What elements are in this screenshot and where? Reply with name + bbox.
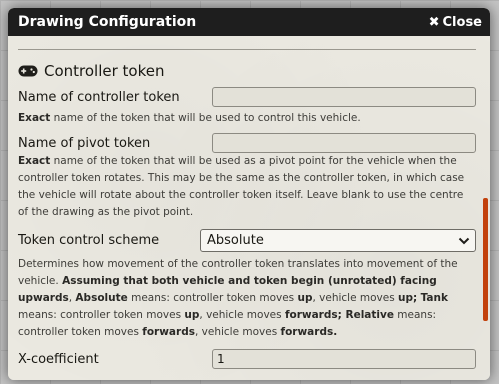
hint-text: , vehicle moves [199,309,285,321]
hint-text: name of the token that will be used to c… [50,112,361,124]
scrollbar-thumb[interactable] [483,198,488,321]
hint-emphasis: up [184,309,200,321]
controller-token-row: Name of controller token [18,87,476,107]
hint-emphasis: forwards; Relative [284,309,394,321]
control-scheme-row: Token control scheme Absolute [18,229,476,252]
x-coefficient-label: X-coefficient [18,351,99,367]
hint-text: means: controller token moves [18,309,185,321]
close-label: Close [442,14,482,30]
dialog-content: Controller token Name of controller toke… [8,36,490,380]
hint-emphasis: forwards [142,326,195,338]
drawing-config-dialog: Drawing Configuration ✖ Close Controller… [8,8,490,380]
section-title: Controller token [44,62,165,80]
hint-emphasis: Exact [18,112,51,124]
dialog-title: Drawing Configuration [18,14,197,30]
hint-emphasis: Exact [18,155,51,167]
section-heading: Controller token [18,62,476,80]
control-scheme-hint: Determines how movement of the controlle… [18,256,476,341]
pivot-token-label: Name of pivot token [18,135,151,151]
hint-emphasis: forwards. [280,326,338,338]
chevron-down-icon [458,237,470,244]
close-icon: ✖ [428,14,440,30]
close-button[interactable]: ✖ Close [429,15,482,30]
hint-text: means: controller token moves [127,292,298,304]
controller-token-input[interactable] [212,87,476,107]
gamepad-icon [18,65,38,77]
divider [18,49,476,50]
pivot-token-row: Name of pivot token [18,133,476,153]
hint-emphasis: up [297,292,313,304]
control-scheme-value: Absolute [207,233,264,248]
hint-text: , vehicle moves [312,292,399,304]
hint-text: , vehicle moves [194,326,281,338]
x-coefficient-row: X-coefficient [18,349,476,369]
hint-emphasis: up; [398,292,418,304]
hint-text: name of the token that will be used as a… [18,155,465,218]
hint-emphasis: Absolute [75,292,128,304]
hint-emphasis: Tank [420,292,448,304]
control-scheme-select[interactable]: Absolute [200,229,476,252]
controller-token-hint: Exact name of the token that will be use… [18,110,476,127]
pivot-token-hint: Exact name of the token that will be use… [18,153,476,221]
control-scheme-label: Token control scheme [18,233,160,248]
dialog-header: Drawing Configuration ✖ Close [8,8,490,36]
pivot-token-input[interactable] [212,133,476,153]
x-coefficient-input[interactable] [212,349,476,369]
controller-token-label: Name of controller token [18,89,180,105]
